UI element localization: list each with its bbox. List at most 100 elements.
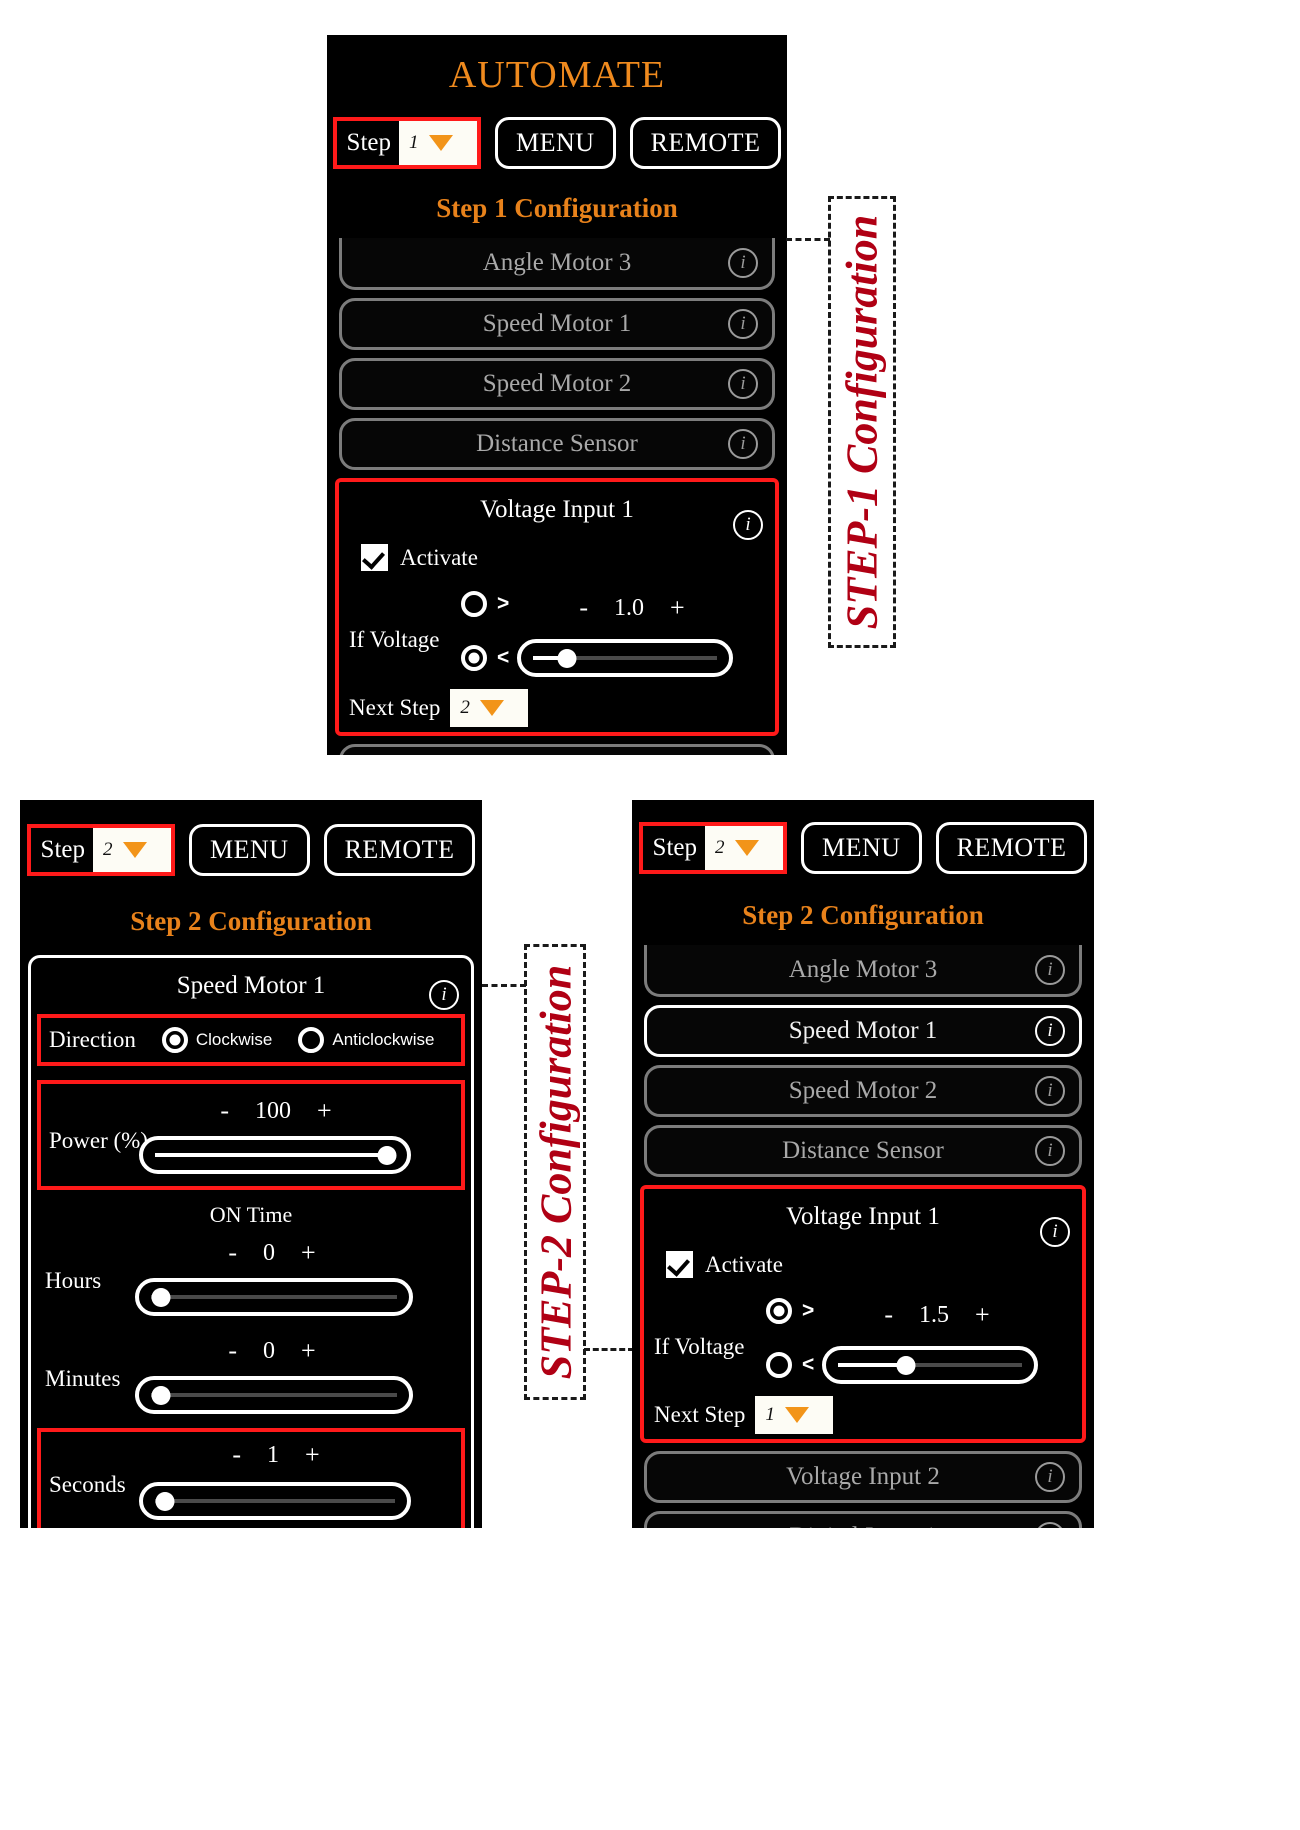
slider-knob[interactable]: [151, 1287, 171, 1307]
info-icon[interactable]: i: [728, 369, 758, 399]
screenshot-root: AUTOMATE Step 1 MENU REMOTE Step 1 Confi…: [0, 0, 1300, 1830]
direction-label: Direction: [49, 1027, 136, 1052]
activate-checkbox[interactable]: [666, 1251, 693, 1278]
annotation-leader-step2-left: [482, 984, 526, 987]
info-icon[interactable]: i: [1040, 1217, 1070, 1247]
info-icon[interactable]: i: [1035, 1076, 1065, 1106]
activate-row[interactable]: Activate: [666, 1251, 1082, 1278]
minutes-block: Minutes - 0 +: [37, 1330, 465, 1424]
panel-voltage-input-1: Voltage Input 1 i Activate If Voltage > …: [640, 1185, 1086, 1443]
next-step-label: Next Step: [349, 695, 441, 720]
radio-greater[interactable]: [766, 1298, 792, 1324]
radio-less[interactable]: [766, 1352, 792, 1378]
slider-knob[interactable]: [155, 1491, 175, 1511]
radio-anticlockwise[interactable]: [298, 1027, 325, 1053]
next-step-row[interactable]: Next Step 1: [654, 1396, 1082, 1434]
slider-knob[interactable]: [151, 1385, 171, 1405]
info-icon[interactable]: i: [733, 510, 763, 540]
radio-greater[interactable]: [461, 591, 487, 617]
row-speed-motor-2[interactable]: Speed Motor 2 i: [339, 358, 775, 410]
row-speed-motor-1[interactable]: Speed Motor 1 i: [339, 298, 775, 350]
radio-clockwise[interactable]: [161, 1027, 188, 1053]
row-digital-input-1[interactable]: Digital Input 1 i: [644, 1511, 1082, 1528]
step-selector[interactable]: Step 2: [26, 824, 175, 876]
decrement-button[interactable]: -: [228, 1336, 237, 1366]
step-dropdown[interactable]: 2: [705, 826, 783, 870]
radio-less[interactable]: [461, 645, 487, 671]
info-icon[interactable]: i: [728, 309, 758, 339]
decrement-button[interactable]: -: [884, 1300, 893, 1330]
radio-anticlockwise-row[interactable]: Anticlockwise: [298, 1027, 434, 1053]
remote-button[interactable]: REMOTE: [935, 822, 1088, 874]
step-dropdown-value: 1: [409, 132, 419, 153]
row-distance-sensor[interactable]: Distance Sensor i: [339, 418, 775, 470]
increment-button[interactable]: +: [975, 1300, 990, 1330]
remote-button[interactable]: REMOTE: [323, 824, 476, 876]
annotation-step1: STEP-1 Configuration: [837, 214, 887, 630]
row-angle-motor-3[interactable]: Angle Motor 3 i: [644, 945, 1082, 997]
info-icon[interactable]: i: [1035, 1016, 1065, 1046]
annotation-step2: STEP-2 Configuration: [531, 964, 581, 1380]
radio-less-row[interactable]: <: [461, 645, 509, 671]
row-distance-sensor[interactable]: Distance Sensor i: [644, 1125, 1082, 1177]
next-step-dropdown[interactable]: 1: [755, 1396, 834, 1434]
info-icon[interactable]: i: [1035, 1522, 1065, 1528]
decrement-button[interactable]: -: [220, 1096, 229, 1126]
row-voltage-input-2[interactable]: Voltage Input 2 i: [339, 744, 775, 755]
info-icon[interactable]: i: [728, 247, 758, 278]
minutes-stepper[interactable]: - 0 +: [177, 1336, 367, 1366]
voltage-stepper[interactable]: - 1.5 +: [842, 1300, 1032, 1330]
voltage-slider[interactable]: [822, 1346, 1038, 1384]
slider-fill: [155, 1153, 391, 1157]
radio-greater-row[interactable]: >: [461, 591, 509, 617]
seconds-stepper[interactable]: - 1 +: [181, 1440, 371, 1470]
increment-button[interactable]: +: [317, 1096, 332, 1126]
info-icon[interactable]: i: [1035, 1462, 1065, 1492]
increment-button[interactable]: +: [670, 593, 685, 623]
slider-knob[interactable]: [557, 648, 577, 668]
app-title: AUTOMATE: [448, 54, 666, 96]
info-icon[interactable]: i: [429, 980, 459, 1010]
remote-button[interactable]: REMOTE: [629, 117, 782, 169]
radio-clockwise-row[interactable]: Clockwise: [161, 1027, 272, 1053]
slider-knob[interactable]: [377, 1145, 397, 1165]
row-speed-motor-2[interactable]: Speed Motor 2 i: [644, 1065, 1082, 1117]
menu-button[interactable]: MENU: [801, 822, 922, 874]
slider-knob[interactable]: [896, 1355, 916, 1375]
decrement-button[interactable]: -: [232, 1440, 241, 1470]
increment-button[interactable]: +: [301, 1336, 316, 1366]
menu-button[interactable]: MENU: [189, 824, 310, 876]
power-slider[interactable]: [139, 1136, 411, 1174]
step-selector[interactable]: Step 2: [638, 822, 787, 874]
next-step-row[interactable]: Next Step 2: [349, 689, 775, 727]
hours-stepper[interactable]: - 0 +: [177, 1238, 367, 1268]
activate-checkbox[interactable]: [361, 544, 388, 571]
step-dropdown[interactable]: 1: [399, 121, 477, 165]
info-icon[interactable]: i: [1035, 1136, 1065, 1166]
step-dropdown[interactable]: 2: [93, 828, 171, 872]
step-selector[interactable]: Step 1: [332, 117, 481, 169]
increment-button[interactable]: +: [301, 1238, 316, 1268]
minutes-slider[interactable]: [135, 1376, 413, 1414]
row-angle-motor-3[interactable]: Angle Motor 3 i: [339, 238, 775, 290]
decrement-button[interactable]: -: [579, 593, 588, 623]
voltage-slider[interactable]: [517, 639, 733, 677]
seconds-slider[interactable]: [139, 1482, 411, 1520]
decrement-button[interactable]: -: [228, 1238, 237, 1268]
radio-less-row[interactable]: <: [766, 1352, 814, 1378]
row-voltage-input-2[interactable]: Voltage Input 2 i: [644, 1451, 1082, 1503]
minutes-value: 0: [263, 1337, 275, 1364]
step-label: Step: [346, 129, 391, 156]
menu-button[interactable]: MENU: [495, 117, 616, 169]
increment-button[interactable]: +: [305, 1440, 320, 1470]
next-step-dropdown[interactable]: 2: [450, 689, 529, 727]
op-less-label: <: [802, 1353, 815, 1376]
voltage-stepper[interactable]: - 1.0 +: [537, 593, 727, 623]
radio-greater-row[interactable]: >: [766, 1298, 814, 1324]
info-icon[interactable]: i: [728, 429, 758, 459]
info-icon[interactable]: i: [1035, 954, 1065, 985]
hours-slider[interactable]: [135, 1278, 413, 1316]
power-stepper[interactable]: - 100 +: [181, 1096, 371, 1126]
row-speed-motor-1[interactable]: Speed Motor 1 i: [644, 1005, 1082, 1057]
activate-row[interactable]: Activate: [361, 544, 775, 571]
